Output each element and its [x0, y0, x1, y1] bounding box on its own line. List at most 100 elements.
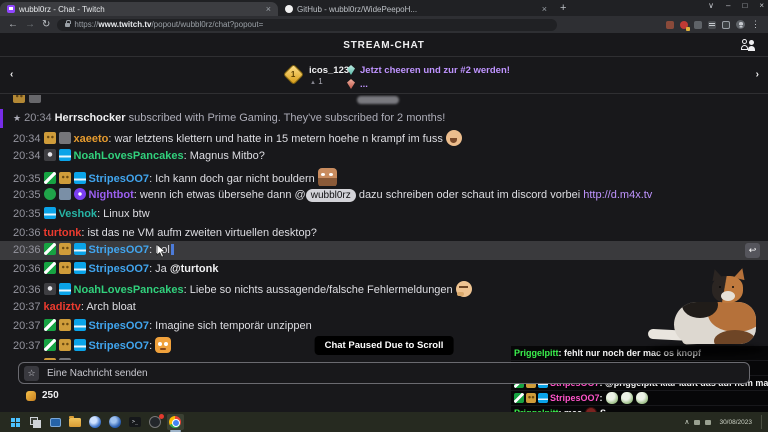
tab-close-icon[interactable]: ×	[266, 5, 271, 14]
username[interactable]: xaeeto	[74, 133, 109, 145]
username[interactable]: NoahLovesPancakes	[74, 150, 184, 162]
reply-button[interactable]: ↩	[745, 243, 760, 258]
chat-message-input[interactable]	[45, 367, 744, 380]
subscriber-badge-icon	[13, 95, 25, 103]
extension-badge-icon[interactable]	[680, 21, 688, 29]
subscriber-badge-icon	[59, 243, 71, 255]
show-desktop-button[interactable]	[761, 415, 763, 429]
resub-text: subscribed with Prime Gaming. They've su…	[126, 112, 446, 124]
username[interactable]: StripesOO7	[89, 173, 150, 185]
timestamp: 20:36	[13, 227, 41, 239]
subscriber-badge-icon	[526, 393, 536, 403]
username[interactable]: NoahLovesPancakes	[74, 284, 184, 296]
timestamp: 20:35	[13, 208, 41, 220]
points-balance: 250	[42, 390, 59, 401]
tray-chevron-icon[interactable]: ∧	[684, 418, 689, 426]
overlay-username: Priggelpitt	[514, 348, 559, 358]
app-icon[interactable]	[47, 414, 64, 430]
timestamp: 20:36	[13, 244, 41, 256]
forward-icon[interactable]: →	[25, 20, 35, 30]
tab-close-icon[interactable]: ×	[542, 5, 547, 14]
leaderboard-next-icon[interactable]: ›	[756, 69, 759, 80]
chat-message-row-hovered[interactable]: 20:36StripesOO7: Lol ↩	[0, 241, 768, 260]
subscriber-badge-icon	[59, 262, 71, 274]
reading-list-icon[interactable]	[708, 21, 716, 29]
hand-badge-icon	[59, 188, 71, 200]
message-text: : wegen kotlin	[108, 359, 175, 360]
minimize-button[interactable]: –	[726, 1, 730, 10]
close-window-button[interactable]: ×	[759, 1, 764, 10]
username[interactable]: Nightbot	[89, 189, 134, 201]
username[interactable]: StripesOO7	[89, 340, 150, 352]
chat-link[interactable]: http://d.m4x.tv	[583, 189, 652, 201]
chat-input-box[interactable]: ☆	[18, 362, 750, 384]
tab-title: wubbl0rz - Chat - Twitch	[19, 5, 262, 14]
network-icon[interactable]	[694, 420, 700, 425]
channel-points-icon	[26, 391, 36, 401]
tab-search-icon[interactable]: ∨	[708, 1, 714, 10]
maximize-button[interactable]: □	[742, 1, 747, 10]
username[interactable]: xaeeto	[74, 359, 109, 360]
side-panel-icon[interactable]	[722, 21, 730, 29]
new-tab-button[interactable]: +	[560, 2, 566, 14]
message-text: : Imagine sich temporär unzippen	[149, 320, 312, 332]
start-button[interactable]	[7, 414, 24, 430]
volume-icon[interactable]	[705, 420, 711, 425]
badge-icon	[29, 95, 41, 103]
prime-badge-icon	[74, 243, 86, 255]
timestamp: 20:37	[13, 301, 41, 313]
leaderboard-prev-icon[interactable]: ‹	[10, 69, 13, 80]
message-text: : ist das ne VM aufm zweiten virtuellen …	[81, 227, 316, 239]
timestamp: 20:34	[13, 150, 41, 162]
resub-notice-row: ★20:34Herrschocker subscribed with Prime…	[0, 109, 768, 128]
url-bar[interactable]: https://www.twitch.tv/popout/wubbl0rz/ch…	[57, 19, 557, 31]
terminal-icon[interactable]: >_	[127, 414, 144, 430]
moderator-badge-icon	[44, 339, 56, 351]
browser-menu-icon[interactable]: ⋮	[751, 19, 760, 30]
prime-badge-icon	[59, 149, 71, 161]
username[interactable]: kadiztv	[44, 301, 81, 313]
task-view-button[interactable]	[27, 414, 44, 430]
cat-webcam-overlay	[648, 272, 768, 360]
back-icon[interactable]: ←	[8, 20, 18, 30]
subscriber-badge-icon	[59, 172, 71, 184]
username[interactable]: turtonk	[44, 227, 82, 239]
puzzle-extensions-icon[interactable]	[694, 21, 702, 29]
channel-points-button[interactable]: 250	[26, 390, 59, 401]
prime-badge-icon	[74, 262, 86, 274]
timestamp: 20:36	[13, 284, 41, 296]
profile-avatar-icon[interactable]	[736, 20, 745, 29]
username[interactable]: StripesOO7	[89, 320, 150, 332]
file-explorer-icon[interactable]	[67, 414, 84, 430]
cabbage-emote	[606, 392, 618, 404]
bits-gem-icon	[347, 65, 355, 75]
chat-paused-button[interactable]: Chat Paused Due to Scroll	[315, 336, 454, 355]
browser-app-icon[interactable]	[87, 414, 104, 430]
username[interactable]: Herrschocker	[55, 112, 126, 124]
mention-text[interactable]: @turtonk	[170, 263, 219, 275]
tab-github[interactable]: GitHub - wubbl0rz/WidePeepoH... ×	[278, 2, 554, 16]
tab-twitch-chat[interactable]: wubbl0rz - Chat - Twitch ×	[0, 2, 278, 16]
leaderboard-username[interactable]: icos_123	[309, 65, 349, 76]
reload-icon[interactable]: ↻	[42, 20, 50, 30]
username[interactable]: StripesOO7	[89, 263, 150, 275]
taskbar-date[interactable]: 30/08/2023	[719, 419, 752, 426]
moderator-badge-icon	[44, 243, 56, 255]
tab-title: GitHub - wubbl0rz/WidePeepoH...	[297, 5, 538, 14]
bits-star-icon[interactable]: ☆	[24, 366, 39, 381]
prime-badge-icon	[74, 172, 86, 184]
browser-app-icon-2[interactable]	[107, 414, 124, 430]
community-users-icon[interactable]	[741, 39, 756, 51]
obs-icon[interactable]	[147, 414, 164, 430]
message-text: : Liebe so nichts aussagende/falsche Feh…	[184, 284, 453, 296]
url-text: https://www.twitch.tv/popout/wubbl0rz/ch…	[74, 20, 263, 29]
username[interactable]: Veshok	[59, 208, 98, 220]
username[interactable]: StripesOO7	[89, 244, 150, 256]
moderator-badge-icon	[44, 172, 56, 184]
rank-delta: ▲ 1	[310, 77, 323, 86]
extension-icon[interactable]	[666, 21, 674, 29]
github-favicon	[285, 5, 293, 13]
cat-eyes	[719, 286, 721, 288]
chrome-taskbar-icon[interactable]	[167, 414, 184, 430]
subscriber-badge-icon	[44, 149, 56, 161]
